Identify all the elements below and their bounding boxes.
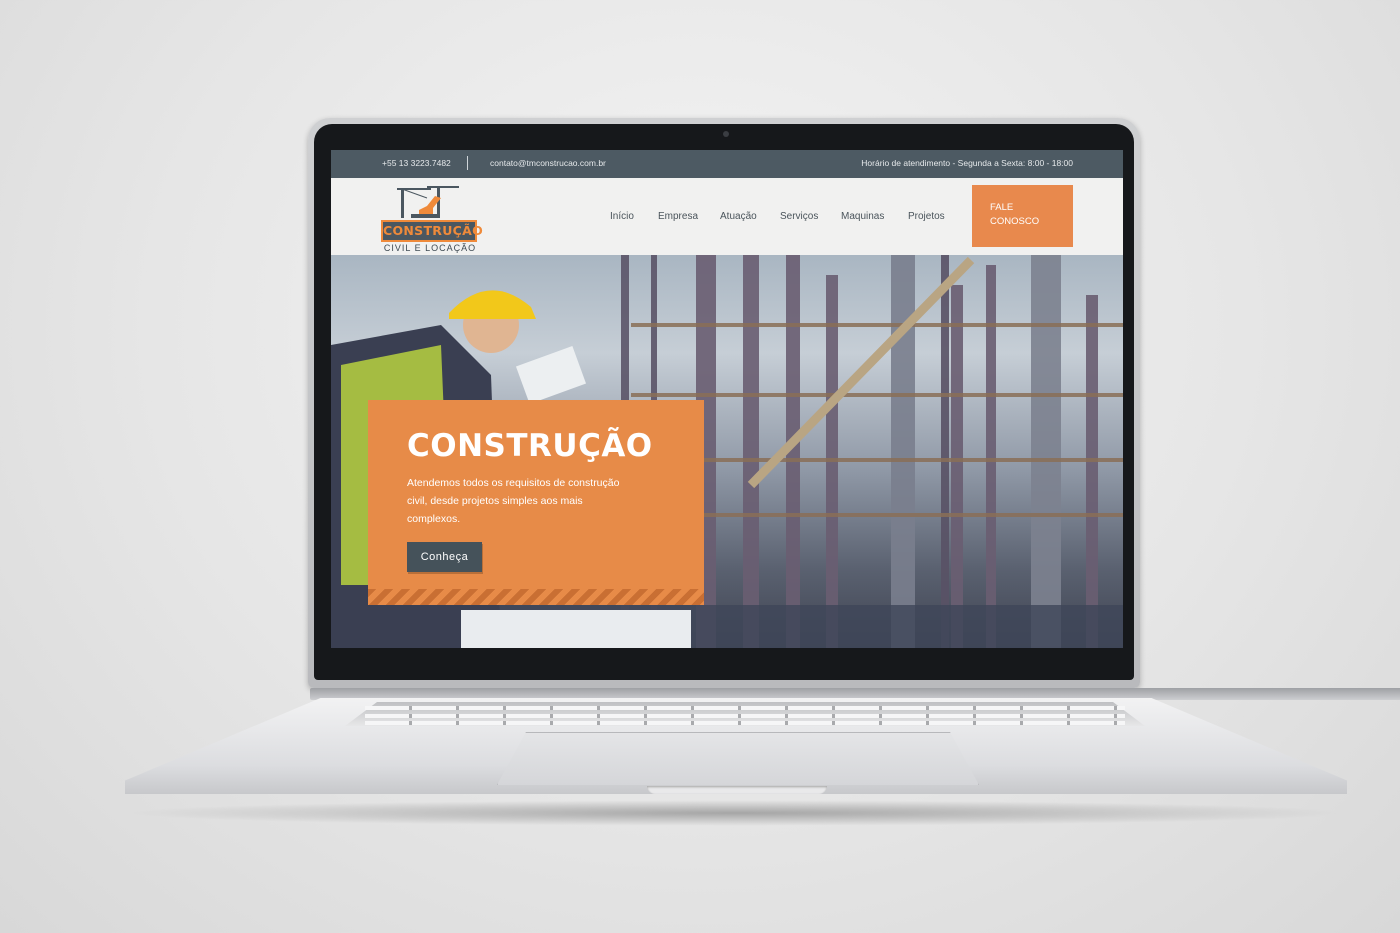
laptop-base <box>125 688 1400 798</box>
nav-atuacao[interactable]: Atuação <box>720 211 757 222</box>
key-row <box>365 714 1125 718</box>
contact-cta-button[interactable]: FALE CONOSCO <box>972 185 1073 247</box>
nav-empresa[interactable]: Empresa <box>658 211 698 222</box>
webcam-icon <box>723 131 729 137</box>
trackpad <box>497 732 979 785</box>
website-screen: +55 13 3223.7482 contato@tmconstrucao.co… <box>331 150 1123 648</box>
hero-description: Atendemos todos os requisitos de constru… <box>407 477 620 525</box>
cta-line-2: CONOSCO <box>990 216 1040 227</box>
nav-maquinas[interactable]: Maquinas <box>841 211 884 222</box>
conheca-button[interactable]: Conheça <box>407 542 482 572</box>
nav-inicio[interactable]: Início <box>610 211 634 222</box>
site-header: CONSTRUÇÃO CIVIL E LOCAÇÃO Início Empres… <box>331 178 1123 255</box>
hero-card: CONSTRUÇÃO Atendemos todos os requisitos… <box>368 400 704 605</box>
logo-subtitle: CIVIL E LOCAÇÃO <box>383 243 477 253</box>
crane-excavator-icon <box>397 186 459 218</box>
hero-title: CONSTRUÇÃO <box>407 428 653 464</box>
site-logo[interactable]: CONSTRUÇÃO CIVIL E LOCAÇÃO <box>379 182 483 253</box>
nav-projetos[interactable]: Projetos <box>908 211 945 222</box>
logo-wordmark: CONSTRUÇÃO <box>381 220 483 242</box>
nav-servicos[interactable]: Serviços <box>780 211 818 222</box>
contact-topbar: +55 13 3223.7482 contato@tmconstrucao.co… <box>331 150 1123 178</box>
email-link[interactable]: contato@tmconstrucao.com.br <box>490 158 606 168</box>
lid-opening-notch <box>647 786 827 794</box>
phone-number[interactable]: +55 13 3223.7482 <box>382 158 451 168</box>
topbar-divider <box>467 156 468 170</box>
hero-banner: CONSTRUÇÃO Atendemos todos os requisitos… <box>331 255 1123 648</box>
business-hours: Horário de atendimento - Segunda a Sexta… <box>861 158 1073 168</box>
cta-line-1: FALE <box>990 202 1014 213</box>
hazard-stripes <box>368 589 704 605</box>
laptop-shadow <box>120 800 1352 826</box>
key-row <box>365 721 1125 725</box>
key-row <box>365 706 1125 710</box>
